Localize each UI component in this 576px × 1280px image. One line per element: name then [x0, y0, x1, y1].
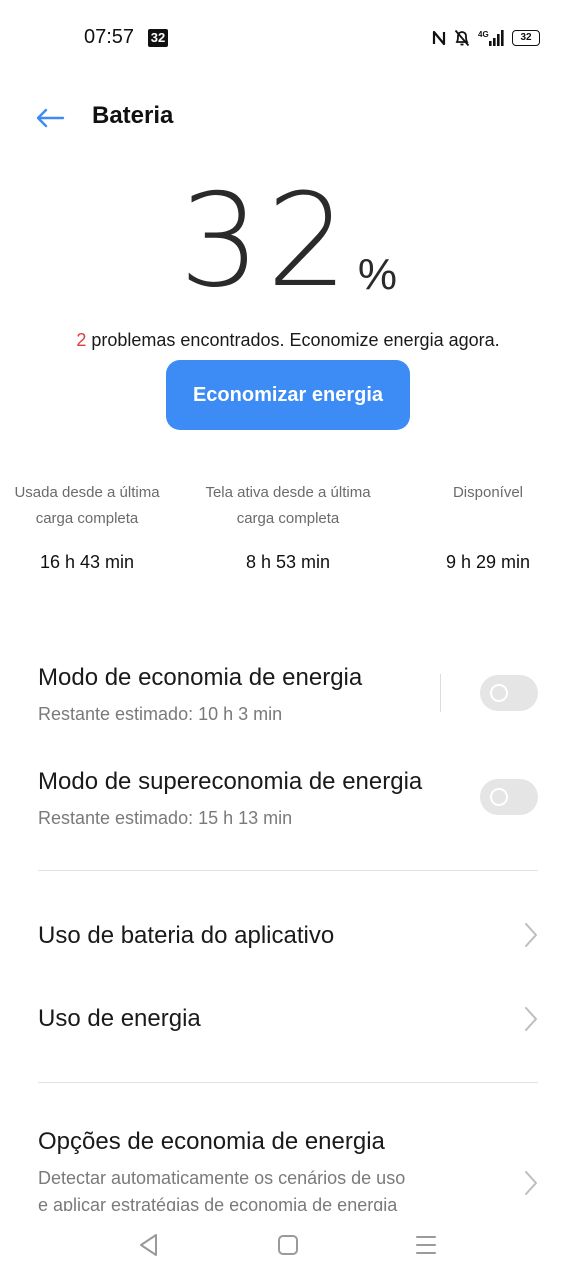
page-title: Bateria: [92, 102, 174, 129]
stat-value: 8 h 53 min: [245, 552, 331, 572]
problem-count: 2: [76, 330, 87, 350]
desc-line: e aplicar estratégias de economia de ene…: [38, 1195, 398, 1211]
separator: [440, 674, 441, 712]
app-battery-usage-item[interactable]: Uso de bateria do aplicativo: [38, 922, 334, 950]
status-time: 07:57: [84, 26, 135, 48]
chevron-right-icon[interactable]: [522, 1170, 540, 1196]
navigation-bar: [0, 1222, 576, 1268]
save-energy-button[interactable]: Economizar energia: [166, 360, 410, 430]
stat-label: Usada desde a última carga completa: [0, 480, 182, 532]
power-saving-title[interactable]: Modo de economia de energia: [38, 664, 362, 692]
problems-text: problemas encontrados. Economize energia…: [86, 330, 500, 350]
back-triangle-icon[interactable]: [136, 1232, 162, 1258]
power-saving-options-desc: Detectar automaticamente os cenários de …: [38, 1165, 458, 1211]
chevron-right-icon[interactable]: [522, 1006, 540, 1032]
divider: [38, 870, 538, 871]
stat-label-line: carga completa: [236, 510, 340, 527]
toggle-knob: [490, 684, 508, 702]
stat-value: 9 h 29 min: [445, 552, 531, 572]
power-saving-toggle[interactable]: [480, 675, 538, 711]
nfc-icon: [432, 30, 446, 46]
chevron-right-icon[interactable]: [522, 922, 540, 948]
super-power-saving-subtitle: Restante estimado: 15 h 13 min: [38, 808, 293, 828]
problems-message[interactable]: 2 problemas encontrados. Economize energ…: [0, 330, 576, 351]
stat-label: Tela ativa desde a última carga completa: [193, 480, 383, 532]
status-icons: 4G 32: [432, 26, 540, 50]
stat-label-line: Tela ativa desde a última: [205, 484, 371, 501]
power-usage-item[interactable]: Uso de energia: [38, 1005, 201, 1033]
home-square-icon[interactable]: [276, 1233, 300, 1257]
stat-label-line: Usada desde a última: [14, 484, 160, 501]
arrow-left-icon: [36, 108, 65, 128]
stat-screen-on-since-charge: Tela ativa desde a última carga completa…: [193, 480, 383, 573]
super-power-saving-toggle[interactable]: [480, 779, 538, 815]
stat-label-line: Disponível: [452, 484, 524, 501]
stat-label-line: carga completa: [35, 510, 139, 527]
stat-label: Disponível: [393, 480, 576, 532]
signal-4g-icon: 4G: [478, 30, 504, 46]
toggle-knob: [490, 788, 508, 806]
stat-available: Disponível 9 h 29 min: [393, 480, 576, 573]
desc-line: Detectar automaticamente os cenários de …: [38, 1168, 406, 1188]
stat-value: 16 h 43 min: [39, 552, 135, 572]
battery-percent-value: 32: [179, 167, 354, 316]
back-button[interactable]: [30, 100, 70, 136]
battery-icon: 32: [512, 30, 540, 46]
power-saving-subtitle: Restante estimado: 10 h 3 min: [38, 704, 283, 724]
power-saving-options-title[interactable]: Opções de economia de energia: [38, 1128, 385, 1156]
stat-label-line: [393, 506, 576, 532]
super-power-saving-title[interactable]: Modo de supereconomia de energia: [38, 768, 422, 796]
divider: [38, 1082, 538, 1083]
stat-used-since-charge: Usada desde a última carga completa 16 h…: [0, 480, 182, 573]
battery-percentage: 32 %: [0, 178, 576, 306]
svg-text:4G: 4G: [478, 30, 489, 39]
notification-badge: 32: [148, 29, 168, 47]
battery-percent-unit: %: [357, 250, 397, 299]
notifications-off-icon: [454, 29, 470, 47]
menu-lines-icon[interactable]: [414, 1233, 438, 1257]
